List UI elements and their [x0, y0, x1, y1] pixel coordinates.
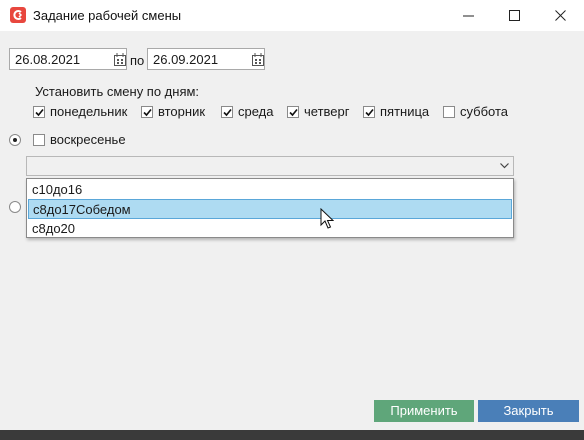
monday-checkbox[interactable] — [33, 106, 45, 118]
checkmark-icon — [223, 108, 232, 117]
shift-option[interactable]: с8до20 — [28, 219, 512, 239]
apply-button[interactable]: Применить — [374, 400, 474, 422]
shift-dropdown-list: с10до16 с8до17Собедом с8до20 — [26, 178, 514, 238]
date-to-field[interactable]: 26.09.2021 — [147, 48, 265, 70]
shift-option-highlighted[interactable]: с8до17Собедом — [28, 199, 512, 219]
date-separator-label: по — [130, 53, 145, 68]
shift-select[interactable] — [26, 156, 514, 176]
title-bar: Задание рабочей смены — [0, 0, 584, 31]
sunday-checkbox[interactable] — [33, 134, 45, 146]
shift-option[interactable]: с10до16 — [28, 180, 512, 200]
saturday-label: суббота — [460, 104, 509, 119]
thursday-label: четверг — [304, 104, 350, 119]
app-logo-icon — [10, 7, 26, 23]
checkmark-icon — [143, 108, 152, 117]
shift-option-label: с8до17Собедом — [33, 202, 131, 217]
close-icon — [555, 10, 566, 21]
checkmark-icon — [289, 108, 298, 117]
window-bottom-edge — [0, 430, 584, 440]
sunday-label: воскресенье — [50, 132, 126, 147]
checkmark-icon — [365, 108, 374, 117]
friday-checkbox[interactable] — [363, 106, 375, 118]
close-button[interactable]: Закрыть — [478, 400, 579, 422]
days-mode-radio[interactable] — [9, 134, 21, 146]
date-to-value: 26.09.2021 — [153, 52, 219, 67]
saturday-checkbox[interactable] — [443, 106, 455, 118]
minimize-button[interactable] — [446, 0, 492, 31]
wednesday-label: среда — [238, 104, 274, 119]
checkmark-icon — [35, 108, 44, 117]
calendar-icon[interactable] — [252, 53, 264, 66]
alternate-mode-radio[interactable] — [9, 201, 21, 213]
thursday-checkbox[interactable] — [287, 106, 299, 118]
mouse-cursor-icon — [320, 208, 334, 229]
friday-label: пятница — [380, 104, 430, 119]
shift-option-label: с8до20 — [32, 221, 76, 236]
wednesday-checkbox[interactable] — [221, 106, 233, 118]
window-title: Задание рабочей смены — [33, 8, 182, 23]
chevron-down-icon[interactable] — [500, 163, 509, 169]
shift-option-label: с10до16 — [32, 182, 83, 197]
tuesday-label: вторник — [158, 104, 206, 119]
days-section-label: Установить смену по дням: — [35, 84, 200, 99]
close-window-button[interactable] — [538, 0, 584, 31]
calendar-icon[interactable] — [114, 53, 126, 66]
radio-selected-dot — [13, 138, 17, 142]
monday-label: понедельник — [50, 104, 128, 119]
date-from-field[interactable]: 26.08.2021 — [9, 48, 127, 70]
maximize-button[interactable] — [492, 0, 538, 31]
maximize-icon — [509, 10, 520, 21]
tuesday-checkbox[interactable] — [141, 106, 153, 118]
minimize-icon — [463, 15, 474, 17]
date-from-value: 26.08.2021 — [15, 52, 81, 67]
